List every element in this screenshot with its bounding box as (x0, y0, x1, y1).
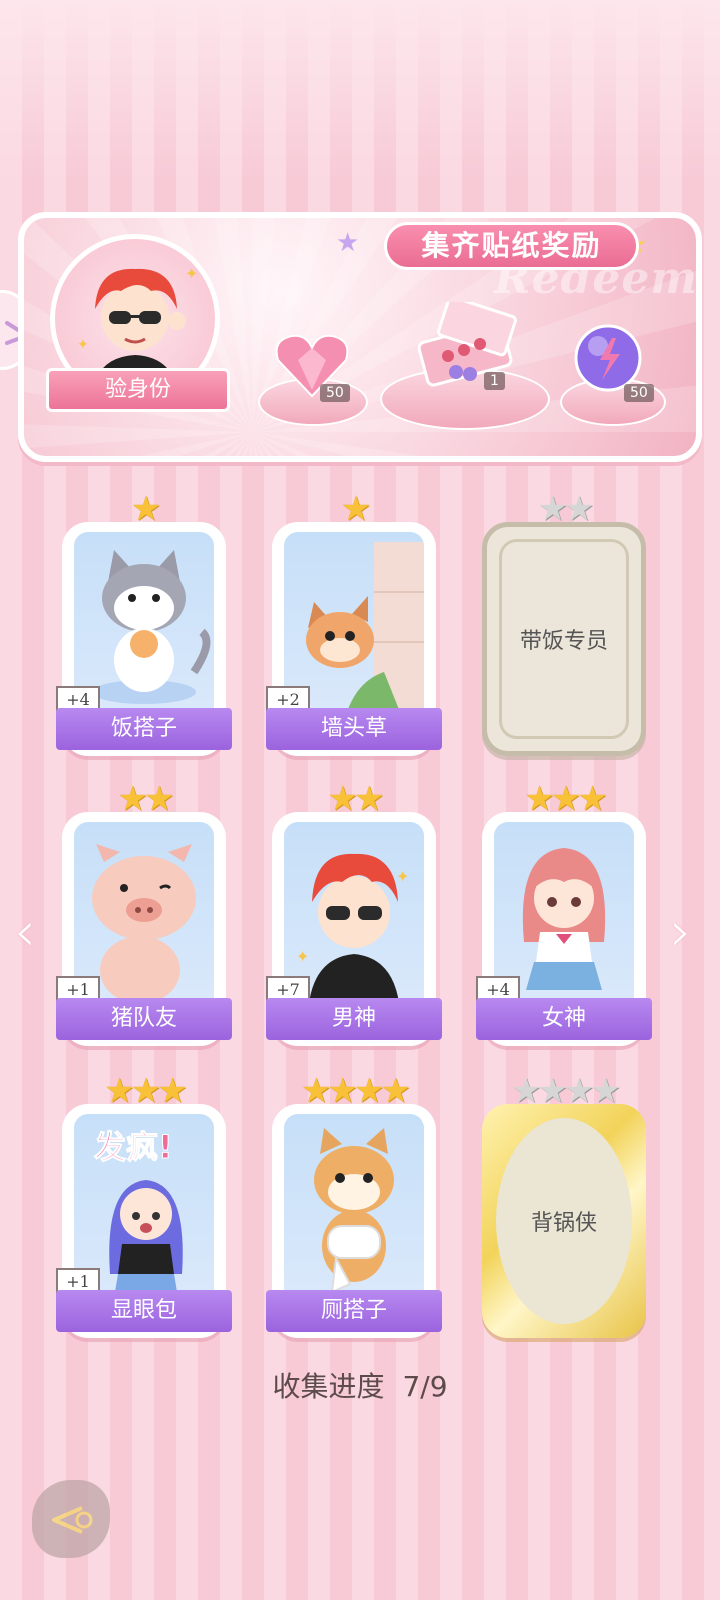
card-name: 墙头草 (266, 708, 442, 750)
prev-page-arrow-icon[interactable]: ‹ (14, 905, 36, 959)
banner-title: 集齐贴纸奖励 (384, 222, 639, 270)
star-rating: ★★★ (524, 779, 607, 819)
star-rating: ★★★★ (511, 1071, 621, 1111)
card-name: 男神 (266, 998, 442, 1040)
sticker-card[interactable]: ★★★★ 厕搭子 (266, 1074, 442, 1338)
reward-count: 1 (484, 372, 505, 390)
fafeng-sticker-text: 发疯! (94, 1128, 173, 1166)
reward-count: 50 (320, 384, 350, 402)
sticker-card-locked[interactable]: ★★★★ 背锅侠 (482, 1074, 646, 1338)
gold-card-frame: 背锅侠 (482, 1104, 646, 1338)
purple-star-icon: ★ (336, 228, 360, 258)
back-arrow-icon (52, 1506, 93, 1534)
star-rating: ★ (130, 489, 162, 529)
card-name: 厕搭子 (266, 1290, 442, 1332)
svg-text:✦: ✦ (296, 947, 309, 966)
star-rating: ★★ (537, 489, 595, 529)
sticker-image (284, 1114, 424, 1304)
card-name: 女神 (476, 998, 652, 1040)
top-fade (0, 0, 720, 180)
star-rating: ★ (340, 489, 372, 529)
star-rating: ★★★ (104, 1071, 187, 1111)
svg-text:✦: ✦ (185, 264, 198, 283)
reward-count: 50 (624, 384, 654, 402)
progress-label: 收集进度 (272, 1370, 385, 1403)
sticker-card[interactable]: ★ +4 饭搭子 (56, 492, 232, 756)
svg-text:✦: ✦ (77, 337, 89, 353)
verify-identity-button[interactable]: 验身份 (46, 368, 230, 412)
progress-value: 7/9 (402, 1370, 448, 1403)
sticker-card[interactable]: ★★★ +4 女神 (476, 782, 652, 1046)
svg-text:✦: ✦ (396, 867, 409, 886)
card-name: 带饭专员 (519, 629, 608, 654)
locked-card-frame: 带饭专员 (482, 522, 646, 756)
card-name: 背锅侠 (496, 1118, 632, 1324)
sticker-card[interactable]: ★★ ✦ ✦ +7 男神 (266, 782, 442, 1046)
sticker-card[interactable]: ★★ +1 猪队友 (56, 782, 232, 1046)
star-rating: ★★ (327, 779, 385, 819)
card-name: 饭搭子 (56, 708, 232, 750)
card-name: 猪队友 (56, 998, 232, 1040)
collection-progress: 收集进度 7/9 (0, 1365, 720, 1405)
gift-box-icon[interactable] (412, 295, 522, 396)
next-page-arrow-icon[interactable]: › (670, 905, 692, 959)
sticker-card[interactable]: ★ +2 墙头草 (266, 492, 442, 756)
sticker-card-locked[interactable]: ★★ 带饭专员 (482, 492, 646, 756)
back-button[interactable] (32, 1480, 110, 1558)
card-name: 显眼包 (56, 1290, 232, 1332)
reward-banner: Redeem ★ ★ 集齐贴纸奖励 ✦ ✦ 验身份 50 (18, 212, 702, 462)
sticker-card[interactable]: ★★★ 发疯! +1 显眼包 (56, 1074, 232, 1338)
star-rating: ★★ (117, 779, 175, 819)
star-rating: ★★★★ (301, 1071, 411, 1111)
